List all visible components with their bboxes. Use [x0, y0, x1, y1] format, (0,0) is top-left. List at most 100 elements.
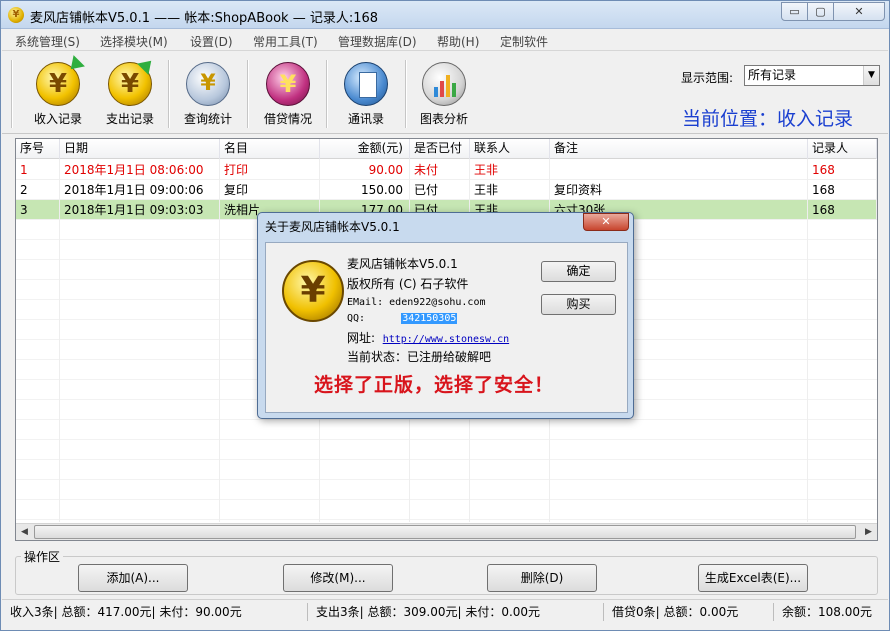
- contacts-book-icon: [344, 62, 388, 106]
- email-label: EMail:: [347, 297, 384, 308]
- contacts-label: 通讯录: [347, 112, 384, 126]
- toolbar-separator: [247, 60, 249, 128]
- range-select[interactable]: 所有记录 ▼: [744, 65, 880, 86]
- column-divider: [219, 159, 220, 522]
- income-icon: ¥: [36, 55, 85, 106]
- ok-button[interactable]: 确定: [541, 261, 616, 282]
- col-header-recorder[interactable]: 记录人: [808, 139, 877, 159]
- column-divider: [59, 159, 60, 522]
- menu-bar: 系统管理(S) 选择模块(M) 设置(D) 常用工具(T) 管理数据库(D) 帮…: [2, 29, 888, 51]
- expense-record-button[interactable]: ¥ 支出记录: [100, 55, 160, 127]
- menu-system[interactable]: 系统管理(S): [15, 33, 80, 50]
- edit-button[interactable]: 修改(M)...: [283, 564, 393, 592]
- about-dialog-body: ¥ 麦风店铺帐本V5.0.1 版权所有 (C) 石子软件 EMail: eden…: [265, 242, 628, 413]
- col-header-no[interactable]: 序号: [16, 139, 60, 159]
- table-row[interactable]: 2 2018年1月1日 09:00:06 复印 150.00 已付 王非 复印资…: [16, 180, 877, 200]
- dialog-close-button[interactable]: ✕: [583, 213, 629, 231]
- scroll-right-icon[interactable]: ▶: [860, 524, 877, 540]
- income-record-label: 收入记录: [33, 112, 82, 126]
- col-header-paid[interactable]: 是否已付: [410, 139, 470, 159]
- menu-custom-software[interactable]: 定制软件: [500, 33, 548, 50]
- menu-help[interactable]: 帮助(H): [437, 33, 479, 50]
- chart-analysis-label: 图表分析: [419, 112, 468, 126]
- horizontal-scrollbar[interactable]: ◀ ▶: [16, 523, 877, 540]
- main-window: ¥ 麦风店铺帐本V5.0.1 —— 帐本:ShopABook — 记录人:168…: [0, 0, 890, 631]
- cell-recorder: 168: [808, 200, 877, 220]
- maximize-icon: ▢: [815, 5, 826, 18]
- income-record-button[interactable]: ¥ 收入记录: [28, 55, 88, 127]
- cell-recorder: 168: [808, 180, 877, 200]
- minimize-button[interactable]: ▭: [781, 2, 808, 21]
- website-link[interactable]: http://www.stonesw.cn: [383, 334, 509, 345]
- status-balance: 余额：108.00元: [782, 605, 872, 619]
- window-title: 麦风店铺帐本V5.0.1 —— 帐本:ShopABook — 记录人:168: [30, 11, 379, 26]
- chart-analysis-button[interactable]: 图表分析: [414, 60, 474, 127]
- search-stats-icon: ¥: [186, 62, 230, 106]
- close-icon: ✕: [854, 5, 864, 18]
- empty-row: [16, 480, 877, 500]
- cell-no: 3: [16, 200, 60, 220]
- about-status: 当前状态：已注册给破解吧: [347, 350, 492, 364]
- about-email-row: EMail: eden922@sohu.com: [347, 297, 485, 308]
- cell-recorder: 168: [808, 160, 877, 180]
- status-expense: 支出3条| 总额：309.00元| 未付：0.00元: [308, 603, 604, 621]
- action-group-title: 操作区: [21, 548, 64, 565]
- cell-date: 2018年1月1日 09:03:03: [60, 200, 220, 220]
- delete-button[interactable]: 删除(D): [487, 564, 597, 592]
- cell-note: [550, 160, 808, 180]
- loan-status-label: 借贷情况: [263, 112, 312, 126]
- add-button[interactable]: 添加(A)...: [78, 564, 188, 592]
- url-label: 网址:: [347, 331, 376, 345]
- cell-contact: 王非: [470, 180, 550, 200]
- title-bar[interactable]: ¥ 麦风店铺帐本V5.0.1 —— 帐本:ShopABook — 记录人:168…: [1, 1, 889, 29]
- query-stats-button[interactable]: ¥ 查询统计: [178, 60, 238, 127]
- export-excel-button[interactable]: 生成Excel表(E)...: [698, 564, 808, 592]
- col-header-contact[interactable]: 联系人: [470, 139, 550, 159]
- maximize-button[interactable]: ▢: [807, 2, 834, 21]
- cell-contact: 王非: [470, 160, 550, 180]
- cell-item: 复印: [220, 180, 320, 200]
- col-header-item[interactable]: 名目: [220, 139, 320, 159]
- toolbar-separator: [326, 60, 328, 128]
- status-bar: 收入3条| 总额：417.00元| 未付：90.00元 支出3条| 总额：309…: [2, 599, 888, 622]
- bar-chart-icon: [422, 62, 466, 106]
- menu-tools[interactable]: 常用工具(T): [253, 33, 318, 50]
- contacts-button[interactable]: 通讯录: [336, 60, 396, 127]
- status-loan: 借贷0条| 总额：0.00元: [604, 603, 774, 621]
- toolbar: ¥ 收入记录 ¥ 支出记录 ¥ 查询统计 ¥ 借贷情况 通讯录 图表分析 显示范…: [2, 52, 888, 134]
- chevron-down-icon[interactable]: ▼: [863, 66, 879, 85]
- col-header-date[interactable]: 日期: [60, 139, 220, 159]
- email-value: eden922@sohu.com: [389, 297, 486, 308]
- empty-row: [16, 460, 877, 480]
- loan-icon: ¥: [266, 62, 310, 106]
- empty-row: [16, 420, 877, 440]
- cell-item: 打印: [220, 160, 320, 180]
- scroll-left-icon[interactable]: ◀: [16, 524, 33, 540]
- loan-status-button[interactable]: ¥ 借贷情况: [258, 60, 318, 127]
- toolbar-separator: [405, 60, 407, 128]
- query-stats-label: 查询统计: [183, 112, 232, 126]
- about-qq-row: QQ: 342150305: [347, 313, 458, 324]
- qq-value[interactable]: 342150305: [401, 313, 458, 324]
- qq-label: QQ:: [347, 313, 366, 324]
- close-icon: ✕: [601, 215, 611, 228]
- close-window-button[interactable]: ✕: [833, 2, 885, 21]
- about-product: 麦风店铺帐本V5.0.1: [347, 257, 458, 271]
- app-yuan-icon: ¥: [8, 7, 24, 23]
- menu-settings[interactable]: 设置(D): [190, 33, 233, 50]
- empty-row: [16, 440, 877, 460]
- buy-button[interactable]: 购买: [541, 294, 616, 315]
- range-label: 显示范围:: [681, 71, 734, 85]
- col-header-amount[interactable]: 金额(元): [320, 139, 410, 159]
- menu-database[interactable]: 管理数据库(D): [338, 33, 417, 50]
- menu-select-module[interactable]: 选择模块(M): [100, 33, 168, 50]
- column-divider: [807, 159, 808, 522]
- col-header-note[interactable]: 备注: [550, 139, 808, 159]
- about-dialog: 关于麦风店铺帐本V5.0.1 ✕ ¥ 麦风店铺帐本V5.0.1 版权所有 (C)…: [257, 212, 634, 419]
- table-row[interactable]: 1 2018年1月1日 08:06:00 打印 90.00 未付 王非 168: [16, 160, 877, 180]
- empty-row: [16, 500, 877, 520]
- yuan-coin-icon: ¥: [282, 260, 344, 322]
- cell-amount: 90.00: [320, 160, 410, 180]
- about-url-row: 网址: http://www.stonesw.cn: [347, 329, 509, 346]
- scrollbar-thumb[interactable]: [34, 525, 856, 539]
